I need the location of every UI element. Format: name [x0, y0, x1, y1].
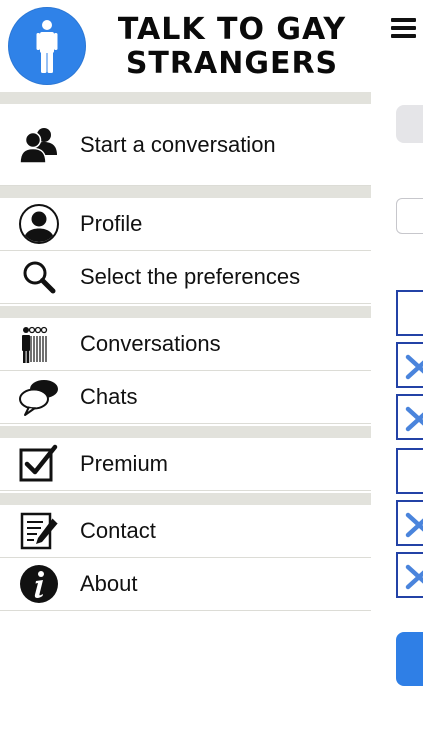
search-icon: [17, 255, 61, 299]
menu-label-profile: Profile: [80, 211, 143, 236]
checkbox-checked-icon: [17, 442, 61, 486]
section-divider: [0, 426, 371, 438]
write-note-icon: [17, 509, 61, 553]
menu-label-premium: Premium: [80, 451, 169, 476]
close-icon: [405, 564, 423, 590]
close-icon: [405, 512, 423, 538]
menu-label-about: About: [80, 571, 138, 596]
menu-item-contact[interactable]: Contact: [0, 505, 371, 558]
queue-people-icon: [17, 322, 61, 366]
speech-bubbles-icon: [17, 375, 61, 419]
main-content-peek: [371, 0, 423, 750]
option-checkbox-checked[interactable]: [396, 500, 423, 546]
section-divider: [0, 306, 371, 318]
section-divider: [0, 186, 371, 198]
option-checkbox-unchecked[interactable]: [396, 290, 423, 336]
option-checkbox-checked[interactable]: [396, 342, 423, 388]
navigation-drawer: TALK TO GAY STRANGERS Start a conversati…: [0, 0, 371, 750]
option-checkbox-checked[interactable]: [396, 394, 423, 440]
close-icon: [405, 406, 423, 432]
menu-label-conversations: Conversations: [80, 331, 221, 356]
menu-item-start-conversation[interactable]: Start a conversation: [0, 104, 371, 186]
app-title: TALK TO GAY STRANGERS: [96, 13, 368, 81]
segment-control-partial[interactable]: [396, 105, 423, 143]
menu-item-chats[interactable]: Chats: [0, 371, 371, 424]
people-icon: [17, 123, 61, 167]
section-divider: [0, 92, 371, 104]
app-logo: [8, 7, 86, 85]
hamburger-icon[interactable]: [391, 16, 419, 40]
menu-item-conversations[interactable]: Conversations: [0, 318, 371, 371]
app-title-line-1: TALK TO GAY: [117, 12, 347, 47]
menu-label-preferences: Select the preferences: [80, 264, 301, 289]
primary-button-partial[interactable]: [396, 632, 423, 686]
option-checkbox-checked[interactable]: [396, 552, 423, 598]
menu-label-contact: Contact: [80, 518, 156, 543]
section-divider: [0, 493, 371, 505]
user-avatar-icon: [17, 202, 61, 246]
option-checkbox-unchecked[interactable]: [396, 448, 423, 494]
menu-item-preferences[interactable]: Select the preferences: [0, 251, 371, 304]
info-icon: [17, 562, 61, 606]
app-header: TALK TO GAY STRANGERS: [0, 0, 371, 92]
menu-item-about[interactable]: About: [0, 558, 371, 611]
menu-item-premium[interactable]: Premium: [0, 438, 371, 491]
text-field-partial[interactable]: [396, 198, 423, 234]
person-icon: [36, 20, 58, 73]
menu-label-start-conversation: Start a conversation: [80, 131, 276, 157]
app-title-line-2: STRANGERS: [125, 46, 339, 81]
menu-item-profile[interactable]: Profile: [0, 198, 371, 251]
menu-label-chats: Chats: [80, 384, 138, 409]
close-icon: [405, 354, 423, 380]
